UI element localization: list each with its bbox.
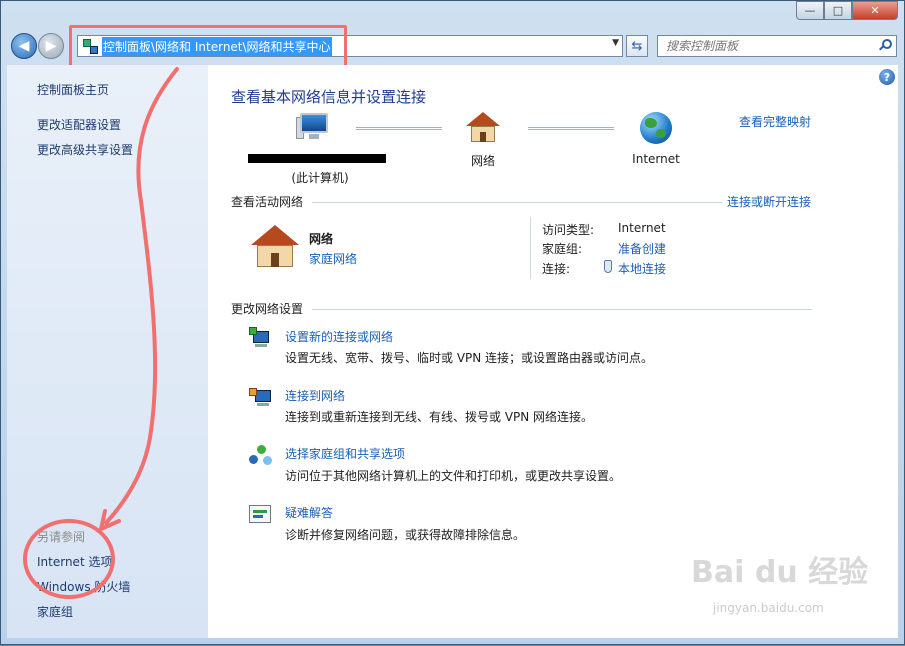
baidu-watermark: Bai du 经验 (691, 555, 869, 590)
baidu-watermark-url: jingyan.baidu.com (713, 601, 824, 615)
control-panel-window: — □ ✕ ◀ ▶ 控制面板\网络和 Internet\网络和共享中心 ▼ ⇆ … (0, 0, 905, 645)
